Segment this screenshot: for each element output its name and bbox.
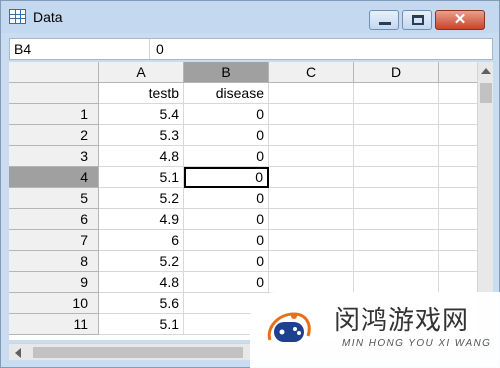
table-cell-d[interactable]: [354, 146, 439, 167]
spreadsheet-icon: [9, 9, 26, 24]
cell-value-field[interactable]: 0: [156, 39, 164, 59]
grid-cell[interactable]: [439, 251, 477, 272]
column-header-d[interactable]: D: [354, 62, 439, 83]
table-cell-a[interactable]: 5.6: [99, 293, 184, 314]
watermark-subtitle: MIN HONG YOU XI WANG: [342, 338, 492, 349]
table-cell-d[interactable]: [354, 104, 439, 125]
column-header-a[interactable]: A: [99, 62, 184, 83]
grid-cell[interactable]: [439, 167, 477, 188]
table-cell-b[interactable]: 0: [184, 146, 269, 167]
grid-corner[interactable]: [9, 62, 99, 83]
column-header-b[interactable]: B: [184, 62, 269, 83]
table-cell-c[interactable]: [269, 188, 354, 209]
gamepad-logo-icon: [267, 312, 311, 342]
table-cell-d[interactable]: [354, 167, 439, 188]
row-header[interactable]: 8: [9, 251, 99, 272]
grid-cell[interactable]: [439, 209, 477, 230]
row-header[interactable]: 5: [9, 188, 99, 209]
grid-cell[interactable]: [439, 272, 477, 293]
grid-cell[interactable]: [439, 230, 477, 251]
row-header[interactable]: 7: [9, 230, 99, 251]
table-cell-b[interactable]: 0: [184, 188, 269, 209]
table-cell-a[interactable]: 4.8: [99, 272, 184, 293]
horizontal-scroll-thumb[interactable]: [33, 347, 243, 358]
table-cell-d[interactable]: [354, 125, 439, 146]
table-cell-c[interactable]: [269, 230, 354, 251]
variable-name-cell[interactable]: testb: [99, 83, 184, 104]
close-icon: ✕: [453, 11, 467, 28]
table-cell-c[interactable]: [269, 125, 354, 146]
row-header[interactable]: 10: [9, 293, 99, 314]
variable-name-cell[interactable]: disease: [184, 83, 269, 104]
title-bar[interactable]: Data ✕: [1, 1, 499, 33]
table-cell-b[interactable]: 0: [184, 251, 269, 272]
row-header[interactable]: 3: [9, 146, 99, 167]
table-cell-a[interactable]: 5.2: [99, 251, 184, 272]
close-button[interactable]: ✕: [435, 10, 485, 30]
grid-cell[interactable]: [439, 83, 477, 104]
row-header-names[interactable]: [9, 83, 99, 104]
window-title: Data: [33, 9, 63, 25]
table-cell-b[interactable]: 0: [184, 230, 269, 251]
cell-reference-bar: B4 0: [9, 38, 493, 60]
grid-cell[interactable]: [439, 104, 477, 125]
row-header[interactable]: 6: [9, 209, 99, 230]
table-cell-b[interactable]: 0: [184, 272, 269, 293]
scroll-up-icon[interactable]: [481, 68, 491, 74]
table-cell-a[interactable]: 6: [99, 230, 184, 251]
variable-name-cell[interactable]: [354, 83, 439, 104]
table-cell-c[interactable]: [269, 251, 354, 272]
table-cell-d[interactable]: [354, 230, 439, 251]
column-header-extra[interactable]: [439, 62, 477, 83]
variable-name-cell[interactable]: [269, 83, 354, 104]
table-cell-b[interactable]: 0: [184, 209, 269, 230]
row-header[interactable]: 1: [9, 104, 99, 125]
table-cell-d[interactable]: [354, 209, 439, 230]
table-cell-d[interactable]: [354, 272, 439, 293]
table-cell-b[interactable]: 0: [184, 104, 269, 125]
scroll-left-icon[interactable]: [15, 348, 21, 358]
vertical-scroll-thumb[interactable]: [480, 83, 492, 103]
minimize-icon: [379, 22, 391, 25]
row-header[interactable]: 11: [9, 314, 99, 335]
table-cell-a[interactable]: 5.2: [99, 188, 184, 209]
column-header-c[interactable]: C: [269, 62, 354, 83]
maximize-icon: [412, 15, 424, 25]
table-cell-a[interactable]: 5.1: [99, 167, 184, 188]
table-cell-d[interactable]: [354, 251, 439, 272]
table-cell-c[interactable]: [269, 146, 354, 167]
row-header[interactable]: 9: [9, 272, 99, 293]
table-cell-a[interactable]: 5.4: [99, 104, 184, 125]
grid-cell[interactable]: [439, 146, 477, 167]
table-cell-c[interactable]: [269, 272, 354, 293]
maximize-button[interactable]: [402, 10, 432, 30]
watermark-title: 闵鸿游戏网: [334, 306, 470, 336]
watermark: 闵鸿游戏网 MIN HONG YOU XI WANG: [250, 292, 500, 368]
table-cell-c[interactable]: [269, 104, 354, 125]
table-cell-c[interactable]: [269, 167, 354, 188]
table-cell-a[interactable]: 5.3: [99, 125, 184, 146]
grid-cell[interactable]: [439, 188, 477, 209]
table-cell-a[interactable]: 4.8: [99, 146, 184, 167]
row-header[interactable]: 2: [9, 125, 99, 146]
row-header[interactable]: 4: [9, 167, 99, 188]
table-cell-a[interactable]: 5.1: [99, 314, 184, 335]
cell-name-box[interactable]: B4: [10, 39, 150, 59]
active-cell[interactable]: 0: [184, 167, 269, 188]
table-cell-c[interactable]: [269, 209, 354, 230]
table-cell-d[interactable]: [354, 188, 439, 209]
table-cell-b[interactable]: 0: [184, 125, 269, 146]
minimize-button[interactable]: [369, 10, 399, 30]
grid-cell[interactable]: [439, 125, 477, 146]
table-cell-a[interactable]: 4.9: [99, 209, 184, 230]
